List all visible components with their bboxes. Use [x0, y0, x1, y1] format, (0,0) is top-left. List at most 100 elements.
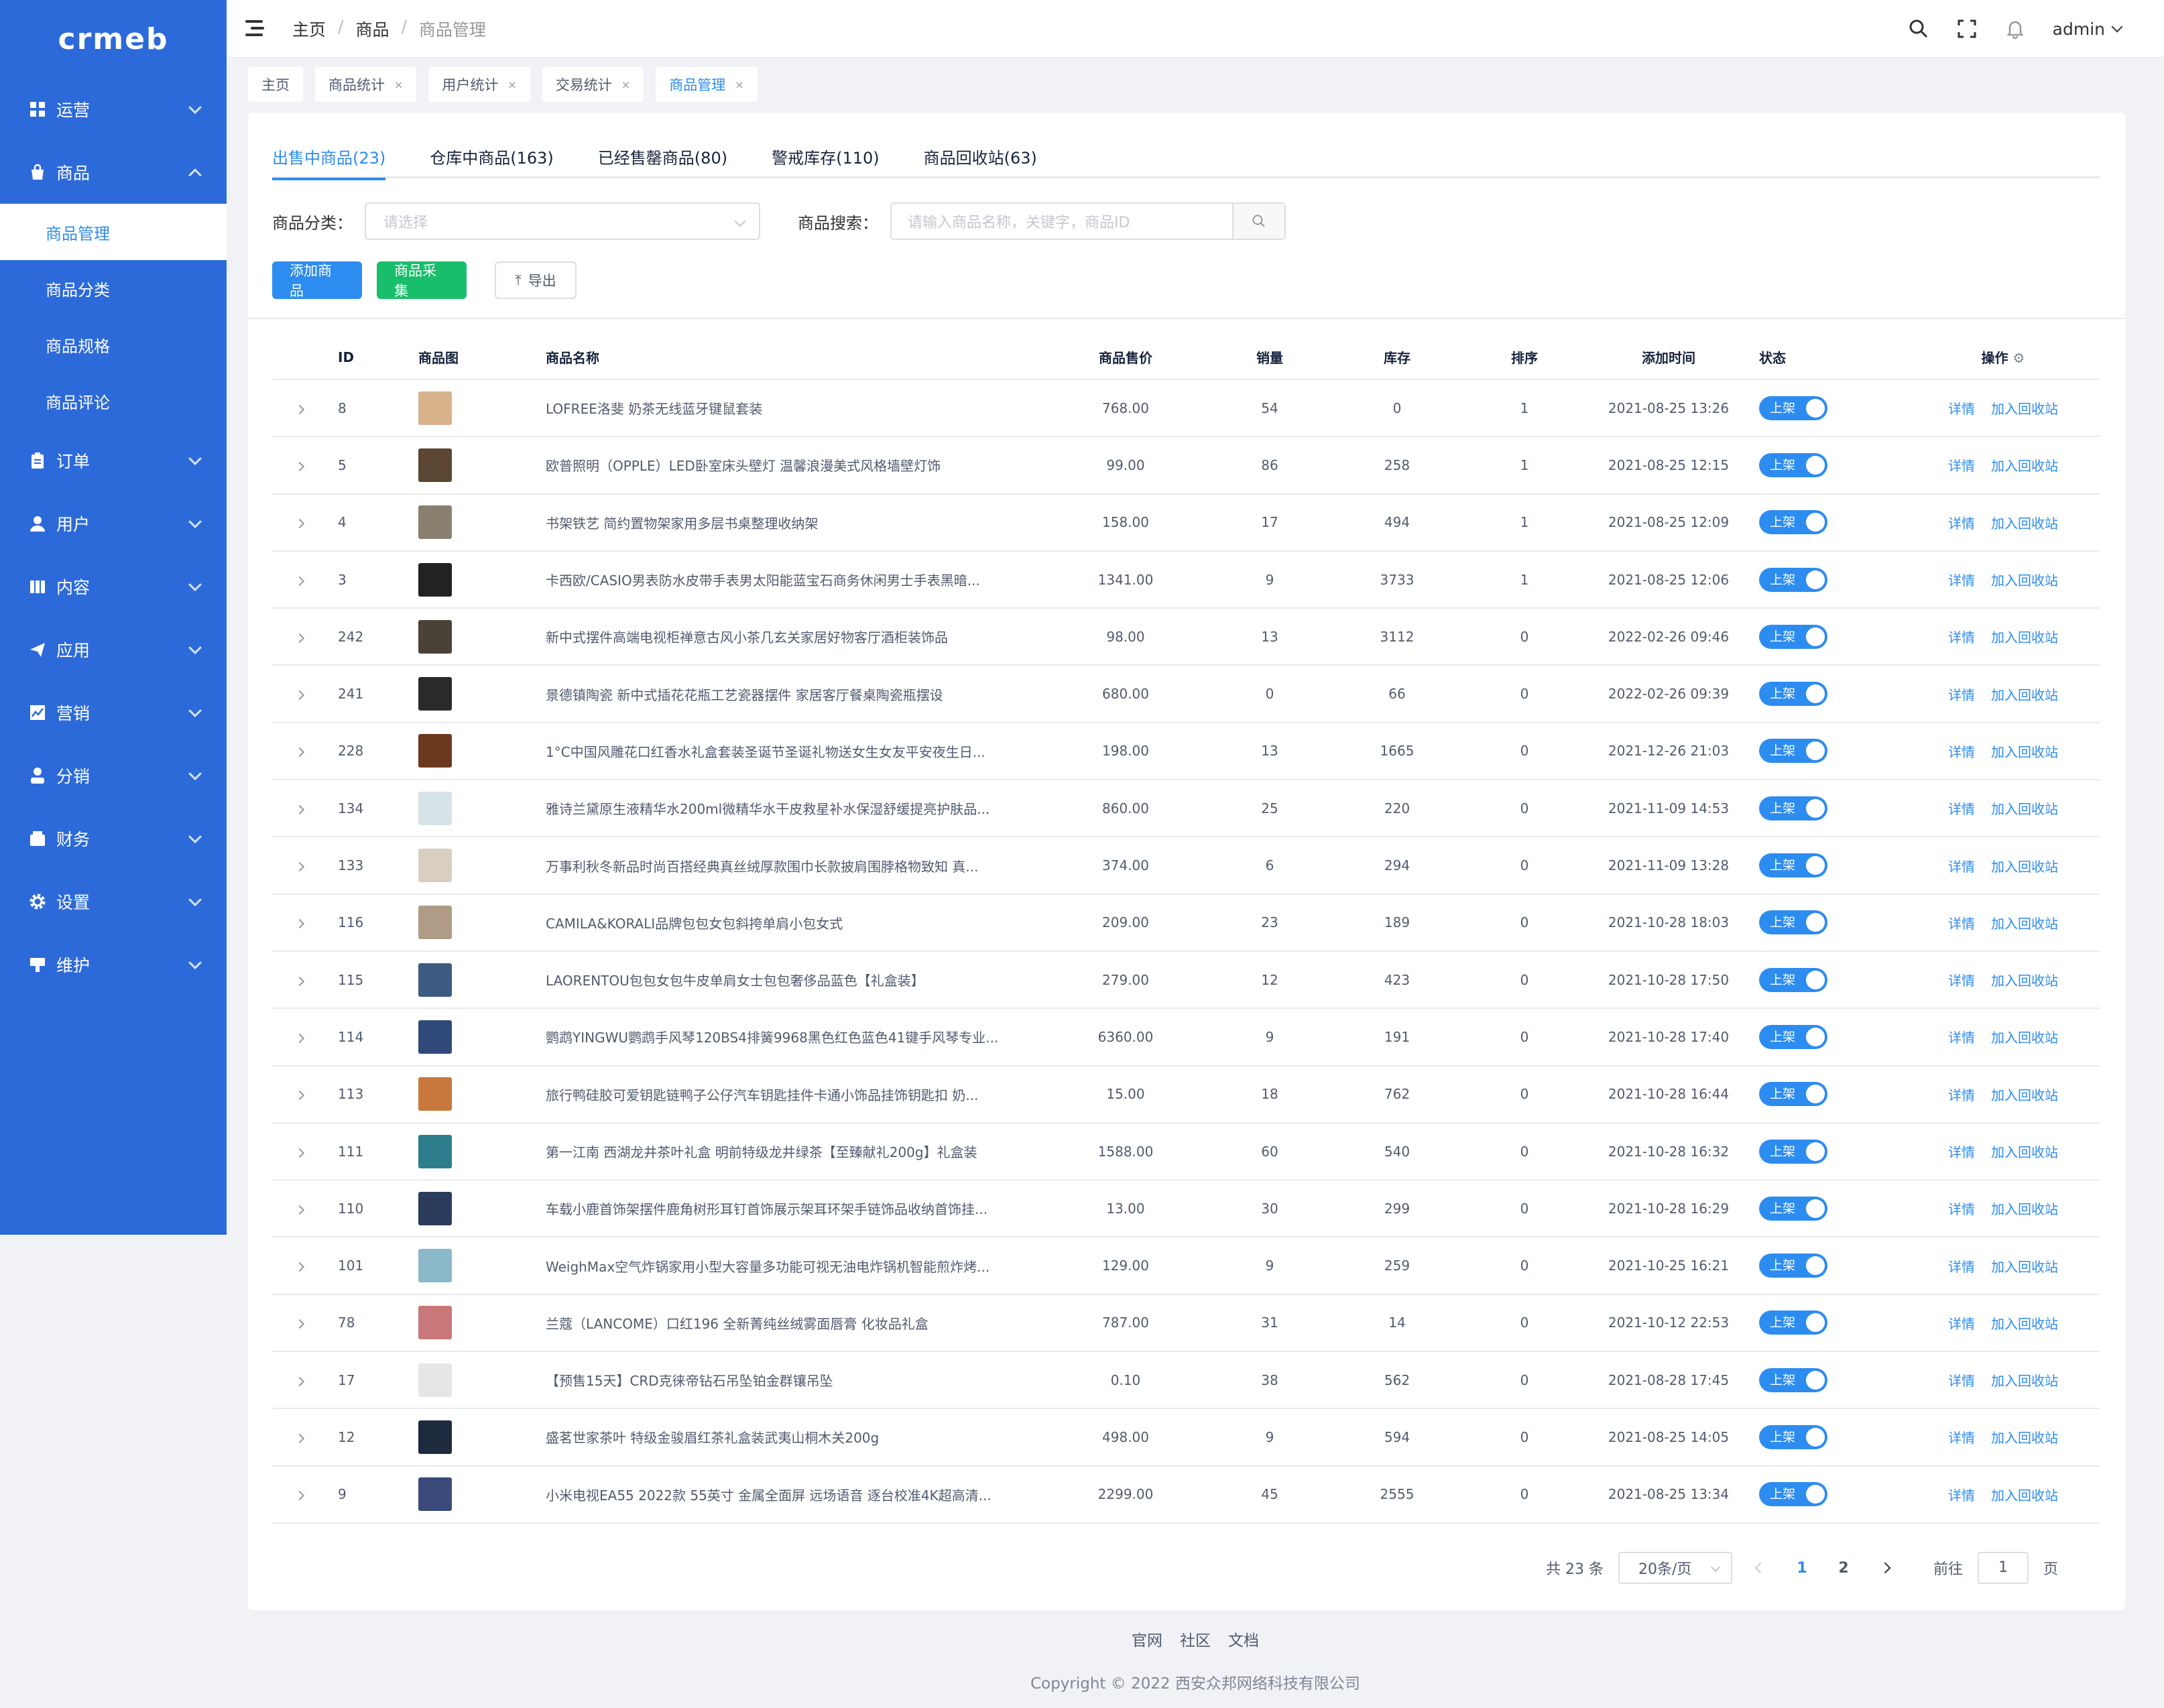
- expand-row-icon[interactable]: [294, 919, 305, 929]
- status-toggle[interactable]: 上架: [1759, 682, 1827, 707]
- product-thumbnail[interactable]: [418, 619, 452, 654]
- product-thumbnail[interactable]: [418, 849, 452, 883]
- product-thumbnail[interactable]: [418, 562, 452, 597]
- product-thumbnail[interactable]: [418, 1134, 452, 1168]
- sidebar-item-6[interactable]: 营销: [0, 681, 227, 744]
- sidebar-subitem-0[interactable]: 商品管理: [0, 204, 227, 260]
- status-toggle[interactable]: 上架: [1759, 567, 1827, 592]
- search-button[interactable]: [1232, 204, 1284, 239]
- tag-4[interactable]: 商品管理 ×: [656, 67, 758, 102]
- expand-row-icon[interactable]: [294, 1148, 305, 1158]
- recycle-link[interactable]: 加入回收站: [1991, 973, 2058, 989]
- tab-1[interactable]: 仓库中商品(163): [430, 138, 554, 178]
- product-thumbnail[interactable]: [418, 1191, 452, 1225]
- expand-row-icon[interactable]: [294, 1319, 305, 1329]
- recycle-link[interactable]: 加入回收站: [1991, 916, 2058, 932]
- user-menu[interactable]: admin: [2053, 19, 2123, 39]
- recycle-link[interactable]: 加入回收站: [1991, 1144, 2058, 1160]
- sidebar-item-1[interactable]: 商品: [0, 141, 227, 204]
- footer-link-docs[interactable]: 文档: [1228, 1628, 1259, 1650]
- sidebar-subitem-2[interactable]: 商品规格: [0, 316, 227, 373]
- sidebar-subitem-1[interactable]: 商品分类: [0, 260, 227, 316]
- breadcrumb-home[interactable]: 主页: [292, 17, 326, 41]
- product-thumbnail[interactable]: [418, 505, 452, 540]
- recycle-link[interactable]: 加入回收站: [1991, 629, 2058, 646]
- product-thumbnail[interactable]: [418, 1020, 452, 1054]
- status-toggle[interactable]: 上架: [1759, 1254, 1827, 1278]
- page-1[interactable]: 1: [1789, 1560, 1815, 1577]
- recycle-link[interactable]: 加入回收站: [1991, 401, 2058, 417]
- detail-link[interactable]: 详情: [1948, 1316, 1975, 1332]
- detail-link[interactable]: 详情: [1948, 515, 1975, 532]
- expand-row-icon[interactable]: [294, 1091, 305, 1101]
- tab-4[interactable]: 商品回收站(63): [924, 138, 1037, 178]
- detail-link[interactable]: 详情: [1948, 458, 1975, 474]
- bell-icon[interactable]: [2004, 18, 2026, 40]
- status-toggle[interactable]: 上架: [1759, 1082, 1827, 1107]
- status-toggle[interactable]: 上架: [1759, 1196, 1827, 1221]
- tab-0[interactable]: 出售中商品(23): [272, 138, 386, 180]
- recycle-link[interactable]: 加入回收站: [1991, 687, 2058, 703]
- prev-page-icon[interactable]: [1754, 1562, 1766, 1574]
- page-2[interactable]: 2: [1830, 1560, 1857, 1577]
- status-toggle[interactable]: 上架: [1759, 395, 1827, 420]
- tag-2[interactable]: 用户统计 ×: [428, 67, 530, 102]
- next-page-icon[interactable]: [1879, 1562, 1891, 1574]
- recycle-link[interactable]: 加入回收站: [1991, 572, 2058, 589]
- status-toggle[interactable]: 上架: [1759, 853, 1827, 878]
- recycle-link[interactable]: 加入回收站: [1991, 515, 2058, 532]
- detail-link[interactable]: 详情: [1948, 1144, 1975, 1160]
- detail-link[interactable]: 详情: [1948, 687, 1975, 703]
- expand-row-icon[interactable]: [294, 519, 305, 529]
- app-logo[interactable]: crmeb: [0, 0, 227, 78]
- add-product-button[interactable]: 添加商品: [272, 261, 362, 299]
- sidebar-item-7[interactable]: 分销: [0, 744, 227, 807]
- menu-toggle-icon[interactable]: [245, 19, 265, 38]
- close-icon[interactable]: ×: [507, 78, 516, 91]
- expand-row-icon[interactable]: [294, 976, 305, 986]
- tag-0[interactable]: 主页: [248, 67, 303, 102]
- search-input[interactable]: 请输入商品名称，关键字，商品ID: [890, 202, 1286, 240]
- status-toggle[interactable]: 上架: [1759, 967, 1827, 992]
- product-thumbnail[interactable]: [418, 906, 452, 940]
- expand-row-icon[interactable]: [294, 1376, 305, 1386]
- sidebar-item-9[interactable]: 设置: [0, 870, 227, 933]
- detail-link[interactable]: 详情: [1948, 1487, 1975, 1504]
- product-thumbnail[interactable]: [418, 734, 452, 768]
- detail-link[interactable]: 详情: [1948, 744, 1975, 760]
- export-button[interactable]: ⤒ 导出: [495, 261, 577, 299]
- detail-link[interactable]: 详情: [1948, 572, 1975, 589]
- recycle-link[interactable]: 加入回收站: [1991, 1087, 2058, 1103]
- detail-link[interactable]: 详情: [1948, 1087, 1975, 1103]
- sidebar-item-4[interactable]: 内容: [0, 555, 227, 618]
- detail-link[interactable]: 详情: [1948, 801, 1975, 817]
- expand-row-icon[interactable]: [294, 1433, 305, 1444]
- product-thumbnail[interactable]: [418, 791, 452, 825]
- detail-link[interactable]: 详情: [1948, 859, 1975, 875]
- status-toggle[interactable]: 上架: [1759, 1424, 1827, 1449]
- expand-row-icon[interactable]: [294, 804, 305, 814]
- tab-3[interactable]: 警戒库存(110): [772, 138, 880, 178]
- recycle-link[interactable]: 加入回收站: [1991, 744, 2058, 760]
- product-thumbnail[interactable]: [418, 1249, 452, 1283]
- detail-link[interactable]: 详情: [1948, 916, 1975, 932]
- status-toggle[interactable]: 上架: [1759, 452, 1827, 477]
- search-icon[interactable]: [1908, 18, 1929, 40]
- close-icon[interactable]: ×: [621, 78, 630, 91]
- recycle-link[interactable]: 加入回收站: [1991, 859, 2058, 875]
- recycle-link[interactable]: 加入回收站: [1991, 1316, 2058, 1332]
- recycle-link[interactable]: 加入回收站: [1991, 1487, 2058, 1504]
- status-toggle[interactable]: 上架: [1759, 1310, 1827, 1335]
- product-thumbnail[interactable]: [418, 1420, 452, 1454]
- sidebar-item-2[interactable]: 订单: [0, 429, 227, 492]
- product-thumbnail[interactable]: [418, 1306, 452, 1340]
- tag-1[interactable]: 商品统计 ×: [315, 67, 417, 102]
- close-icon[interactable]: ×: [735, 78, 743, 91]
- sidebar-item-0[interactable]: 运营: [0, 78, 227, 141]
- recycle-link[interactable]: 加入回收站: [1991, 458, 2058, 474]
- product-thumbnail[interactable]: [418, 448, 452, 482]
- detail-link[interactable]: 详情: [1948, 1430, 1975, 1446]
- expand-row-icon[interactable]: [294, 1491, 305, 1501]
- expand-row-icon[interactable]: [294, 576, 305, 586]
- expand-row-icon[interactable]: [294, 747, 305, 757]
